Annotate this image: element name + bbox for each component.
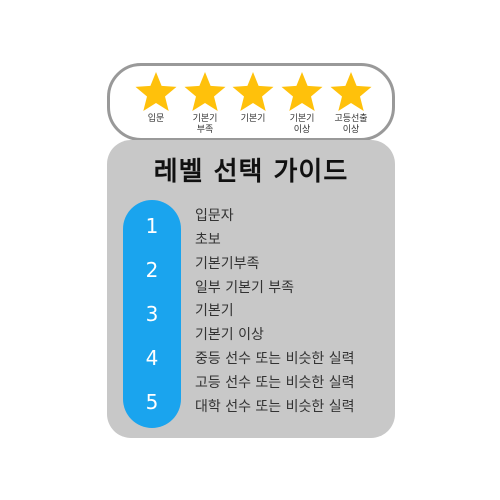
star-item-2: 기본기 부족 [180,71,230,136]
star-icon [232,72,274,111]
star-rating-panel: 입문 기본기 부족 기본기 기본기 이상 고등선출 이상 [107,63,395,141]
star-icon [184,72,226,111]
level-number-4: 4 [145,346,159,370]
level-description: 중등 선수 또는 비슷한 실력 [195,351,355,367]
star-item-3: 기본기 [228,71,278,125]
star-item-5: 고등선출 이상 [326,71,376,136]
level-description: 고등 선수 또는 비슷한 실력 [195,375,355,391]
level-number-2: 2 [145,258,159,282]
star-item-4: 기본기 이상 [277,71,327,136]
star-label: 기본기 부족 [192,114,218,135]
star-label: 입문 [147,114,165,124]
level-description: 입문자 [195,208,234,224]
level-number-5: 5 [145,390,159,414]
level-number-1: 1 [145,214,159,238]
level-guide-card: 레벨 선택 가이드 1 2 3 4 5 입문자 초보 기본기부족 일부 기본기 … [107,140,395,438]
star-icon [330,72,372,111]
guide-title: 레벨 선택 가이드 [153,157,349,187]
star-item-1: 입문 [131,71,181,125]
star-label: 고등선출 이상 [334,114,368,135]
level-description: 대학 선수 또는 비슷한 실력 [195,399,355,415]
star-icon [281,72,323,111]
star-label: 기본기 [240,114,266,124]
level-description: 기본기 [195,303,234,319]
star-label: 기본기 이상 [289,114,315,135]
level-description: 일부 기본기 부족 [195,280,295,296]
level-description: 기본기부족 [195,256,260,272]
star-icon [135,72,177,111]
level-description: 기본기 이상 [195,327,264,343]
level-number-3: 3 [145,302,159,326]
level-number-pill: 1 2 3 4 5 [123,200,181,428]
level-description: 초보 [195,232,221,248]
